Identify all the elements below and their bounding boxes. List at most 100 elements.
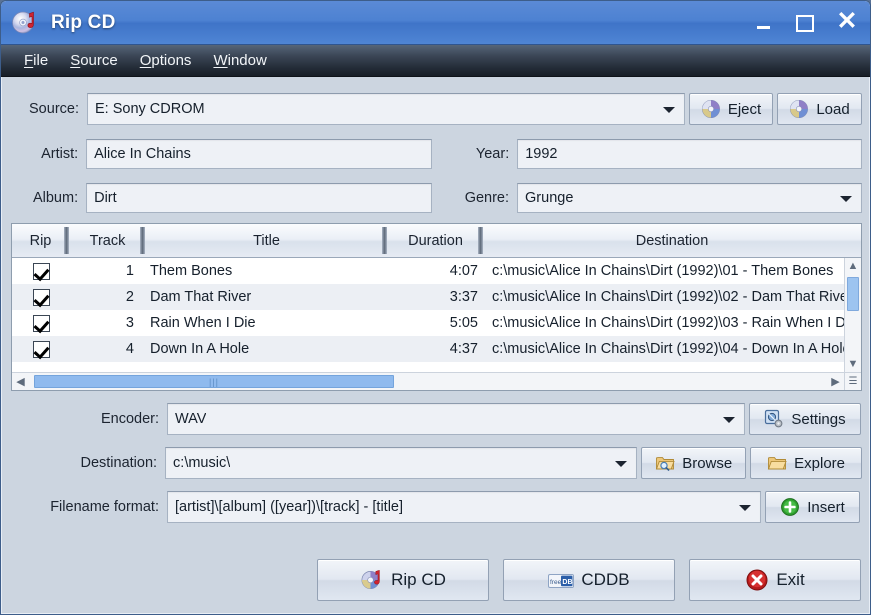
column-resize-handle[interactable] [478,227,483,254]
track-rows: 1 Them Bones 4:07 c:\music\Alice In Chai… [12,258,844,372]
column-header-title[interactable]: Title [146,224,388,257]
checkbox-checked-icon [32,314,50,332]
scroll-up-icon[interactable]: ▲ [845,258,861,274]
column-label-destination: Destination [635,232,709,249]
settings-label: Settings [791,410,846,428]
menu-source[interactable]: Source [59,50,129,71]
table-row[interactable]: 4 Down In A Hole 4:37 c:\music\Alice In … [12,336,844,362]
cell-destination: c:\music\Alice In Chains\Dirt (1992)\04 … [492,341,844,357]
album-genre-row: Album: Dirt Genre: Grunge [11,182,862,214]
menu-options[interactable]: Options [129,50,203,71]
minimize-icon[interactable] [750,10,776,36]
artist-label: Artist: [41,146,79,162]
source-combo[interactable]: E: Sony CDROM [87,93,685,125]
rip-cd-window: Rip CD ✕ File Source Options Window Sour… [0,0,871,615]
chevron-down-icon [663,107,675,113]
cell-title: Dam That River [150,289,252,305]
album-label: Album: [32,190,79,206]
rip-checkbox[interactable] [12,262,70,280]
load-label: Load [816,100,850,118]
genre-combo[interactable]: Grunge [517,183,862,213]
vertical-scroll-thumb[interactable] [847,277,859,311]
close-icon[interactable]: ✕ [834,9,860,36]
checkbox-checked-icon [32,340,50,358]
window-title: Rip CD [51,11,116,33]
rip-checkbox[interactable] [12,288,70,306]
column-label-title: Title [253,232,280,249]
column-header-destination[interactable]: Destination [484,224,861,257]
horizontal-scroll-thumb[interactable]: ||| [34,375,394,388]
album-input[interactable]: Dirt [86,183,432,213]
column-resize-handle[interactable] [140,227,145,254]
column-header-rip[interactable]: Rip [12,224,70,257]
explore-label: Explore [794,454,846,472]
cell-track: 2 [125,289,134,305]
horizontal-scrollbar[interactable]: ◀ ||| ▶ [12,372,844,390]
column-resize-handle[interactable] [382,227,387,254]
cddb-label: CDDB [581,570,630,589]
thumb-grip-icon: ||| [208,376,219,387]
load-button[interactable]: Load [777,93,862,125]
window-controls: ✕ [750,1,860,45]
rip-checkbox[interactable] [12,314,70,332]
encoder-value: WAV [175,411,207,427]
cd-load-icon [789,99,809,119]
artist-value: Alice In Chains [94,146,191,162]
scroll-left-icon[interactable]: ◀ [12,375,29,388]
encoder-combo[interactable]: WAV [167,403,745,435]
scroll-down-icon[interactable]: ▼ [845,356,861,372]
cell-track: 1 [125,263,134,279]
exit-button[interactable]: Exit [689,559,861,601]
encoder-label: Encoder: [100,411,159,427]
table-row[interactable]: 1 Them Bones 4:07 c:\music\Alice In Chai… [12,258,844,284]
rip-checkbox[interactable] [12,340,70,358]
scroll-corner-grip[interactable]: ☰ [844,372,861,390]
column-header-duration[interactable]: Duration [388,224,484,257]
cddb-button[interactable]: free DB CDDB [503,559,675,601]
chevron-down-icon [615,461,628,467]
vertical-scrollbar[interactable]: ▲ ▼ [844,258,861,372]
column-resize-handle[interactable] [64,227,69,254]
cell-destination: c:\music\Alice In Chains\Dirt (1992)\01 … [492,263,834,279]
cell-duration: 5:05 [449,315,478,331]
table-row[interactable]: 3 Rain When I Die 5:05 c:\music\Alice In… [12,310,844,336]
album-value: Dirt [94,190,117,206]
filename-format-combo[interactable]: [artist]\[album] ([year])\[track] - [tit… [167,491,761,523]
cell-title: Rain When I Die [150,315,256,331]
artist-input[interactable]: Alice In Chains [86,139,432,169]
insert-button[interactable]: Insert [765,491,860,523]
eject-button[interactable]: Eject [689,93,773,125]
explore-button[interactable]: Explore [750,447,862,479]
checkbox-checked-icon [32,262,50,280]
folder-search-icon [655,453,675,473]
artist-year-row: Artist: Alice In Chains Year: 1992 [11,138,863,170]
horizontal-scroll-track[interactable]: ||| [29,375,827,388]
column-label-track: Track [89,232,126,249]
rip-cd-button[interactable]: Rip CD [317,559,489,601]
scroll-right-icon[interactable]: ▶ [827,375,844,388]
add-plus-icon [780,497,800,517]
column-header-track[interactable]: Track [70,224,146,257]
settings-button[interactable]: Settings [749,403,861,435]
track-list-header: Rip Track Title Duration Destination [12,224,861,258]
menu-file[interactable]: File [13,50,59,71]
settings-gear-icon [764,409,784,429]
eject-label: Eject [727,100,762,118]
column-label-rip: Rip [29,232,52,249]
freedb-logo-icon: free DB [548,573,575,588]
browse-button[interactable]: Browse [641,447,747,479]
menu-bar: File Source Options Window [1,45,870,77]
menu-window[interactable]: Window [202,50,277,71]
filename-format-row: Filename format: [artist]\[album] ([year… [11,491,862,523]
destination-value: c:\music\ [173,455,231,471]
maximize-icon[interactable] [792,10,818,36]
year-input[interactable]: 1992 [517,139,863,169]
table-row[interactable]: 2 Dam That River 3:37 c:\music\Alice In … [12,284,844,310]
destination-combo[interactable]: c:\music\ [165,447,638,479]
chevron-down-icon [739,505,751,511]
rip-cd-label: Rip CD [391,570,446,589]
cell-track: 4 [125,341,134,357]
cell-title: Them Bones [150,263,233,279]
genre-value: Grunge [525,190,574,206]
cell-destination: c:\music\Alice In Chains\Dirt (1992)\02 … [492,289,844,305]
